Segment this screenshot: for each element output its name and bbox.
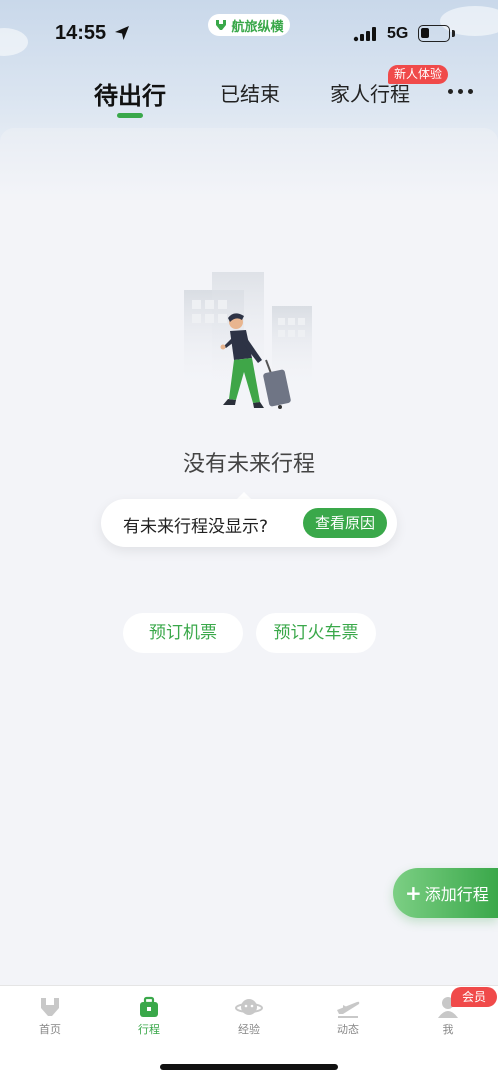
vip-badge: 会员 <box>451 987 497 1007</box>
tab-upcoming[interactable]: 待出行 <box>94 76 166 111</box>
nav-feed[interactable]: 动态 <box>318 994 378 1037</box>
brand-logo-icon <box>216 20 227 30</box>
add-trip-label: 添加行程 <box>424 885 489 904</box>
status-bar: 14:55 航旅纵横 5G <box>0 0 498 62</box>
planet-icon <box>235 999 263 1015</box>
status-time: 14:55 <box>55 22 107 44</box>
book-train-button[interactable]: 预订火车票 <box>256 613 376 653</box>
location-arrow-icon <box>115 26 129 40</box>
suitcase-icon <box>140 996 158 1017</box>
hint-text: 有未来行程没显示? <box>123 517 269 537</box>
new-user-badge: 新人体验 <box>388 65 449 84</box>
network-type: 5G <box>387 25 409 42</box>
logo-icon <box>41 998 59 1016</box>
add-trip-button[interactable]: + 添加行程 <box>393 868 498 918</box>
tab-active-indicator <box>117 113 143 118</box>
nav-trips-label: 行程 <box>138 1023 160 1036</box>
empty-state-title: 没有未来行程 <box>182 452 315 477</box>
tab-finished[interactable]: 已结束 <box>220 78 280 107</box>
home-indicator[interactable] <box>160 1064 338 1070</box>
nav-trips[interactable]: 行程 <box>119 994 179 1037</box>
empty-trip-illustration <box>184 272 312 409</box>
book-flight-button[interactable]: 预订机票 <box>123 613 243 653</box>
nav-home-label: 首页 <box>39 1023 61 1036</box>
missing-trip-hint: 有未来行程没显示? 查看原因 <box>101 499 397 547</box>
brand-pill[interactable]: 航旅纵横 <box>208 14 290 36</box>
signal-icon <box>353 27 376 42</box>
battery-tip <box>452 30 455 37</box>
more-menu-icon[interactable] <box>448 89 473 94</box>
flight-icon <box>337 1001 360 1018</box>
view-reason-button[interactable]: 查看原因 <box>303 508 387 538</box>
nav-feed-label: 动态 <box>337 1023 359 1036</box>
battery-icon <box>418 25 450 42</box>
plus-icon: + <box>405 881 422 905</box>
nav-experience-label: 经验 <box>238 1023 260 1036</box>
trip-list-panel <box>0 128 498 988</box>
nav-me-label: 我 <box>442 1023 454 1036</box>
nav-experience[interactable]: 经验 <box>219 994 279 1037</box>
nav-home[interactable]: 首页 <box>20 994 80 1037</box>
brand-name: 航旅纵横 <box>231 19 284 35</box>
